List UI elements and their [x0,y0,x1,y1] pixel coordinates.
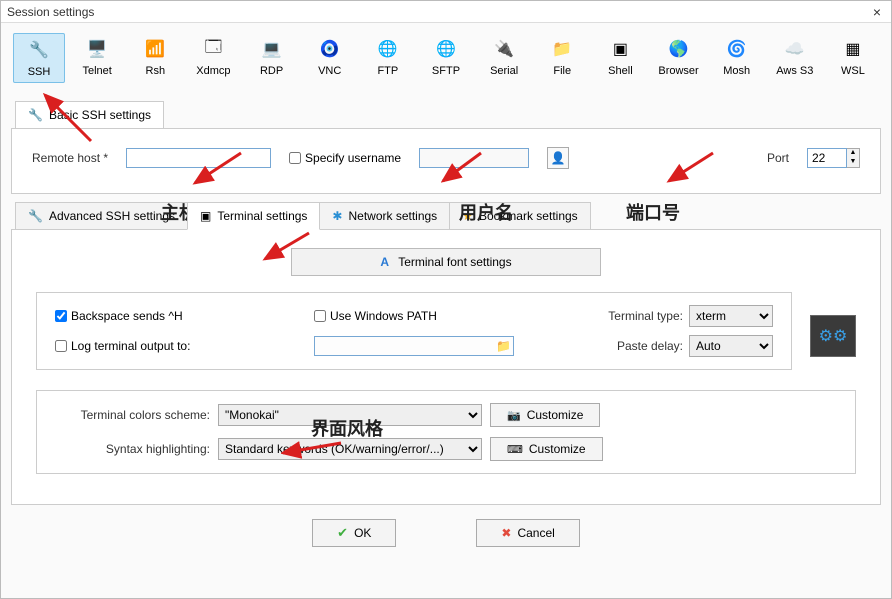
serial-icon: 🔌 [492,37,516,61]
rsh-icon: 📶 [143,37,167,61]
star-icon: ★ [462,209,473,223]
browser-icon: 🌎 [667,37,691,61]
protocol-mosh[interactable]: 🌀Mosh [711,33,763,81]
tab-bookmark-settings[interactable]: ★ Bookmark settings [449,202,590,230]
check-circle-icon: ✔ [337,525,348,541]
wsl-icon: ▦ [841,37,865,61]
cancel-button[interactable]: ✖ Cancel [476,519,579,547]
font-a-icon: A [380,255,389,269]
close-icon[interactable]: × [867,4,887,20]
telnet-icon: 🖥️ [85,37,109,61]
cancel-circle-icon: ✖ [501,526,511,540]
paste-delay-select[interactable]: Auto [689,335,773,357]
backspace-checkbox[interactable] [55,310,67,322]
gear-icon: ⚙⚙ [819,326,848,346]
protocol-file[interactable]: 📁File [536,33,588,81]
vnc-icon: 🧿 [318,37,342,61]
log-output-check[interactable]: Log terminal output to: [55,339,296,353]
protocol-ftp[interactable]: 🌐FTP [362,33,414,81]
protocol-rdp[interactable]: 💻RDP [246,33,298,81]
port-label: Port [767,151,789,165]
port-spin-down[interactable]: ▼ [847,158,859,167]
wrench-icon: 🔧 [28,108,43,122]
protocol-label: SSH [28,66,51,78]
tab-basic-ssh[interactable]: 🔧 Basic SSH settings [15,101,164,128]
remote-host-input[interactable] [126,148,271,168]
syntax-highlight-select[interactable]: Standard keywords (OK/warning/error/...) [218,438,482,460]
wrench-icon: 🔧 [28,209,43,223]
tab-label: Basic SSH settings [49,108,151,122]
keyboard-icon: ⌨ [507,443,523,456]
terminal-icon: ▣ [200,209,211,223]
colors-scheme-select[interactable]: "Monokai" [218,404,482,426]
tab-network-settings[interactable]: ✱ Network settings [319,202,450,230]
protocol-awss3[interactable]: ☁️Aws S3 [769,33,821,81]
protocol-rsh[interactable]: 📶Rsh [129,33,181,81]
terminal-type-select[interactable]: xterm [689,305,773,327]
protocol-ssh[interactable]: 🔧 SSH [13,33,65,83]
protocol-telnet[interactable]: 🖥️Telnet [71,33,123,81]
port-spin-up[interactable]: ▲ [847,149,859,158]
customize-syntax-button[interactable]: ⌨ Customize [490,437,603,461]
rdp-icon: 💻 [260,37,284,61]
specify-username-checkbox[interactable] [289,152,301,164]
user-picker-button[interactable]: 👤 [547,147,569,169]
window-title: Session settings [7,5,94,19]
protocol-serial[interactable]: 🔌Serial [478,33,530,81]
xdmcp-icon: 🗔 [201,37,225,61]
colors-scheme-label: Terminal colors scheme: [55,408,210,422]
username-input[interactable] [419,148,529,168]
specify-username-label: Specify username [305,151,401,165]
use-win-path-check[interactable]: Use Windows PATH [314,309,555,323]
file-icon: 📁 [550,37,574,61]
protocol-sftp[interactable]: 🌐SFTP [420,33,472,81]
terminal-type-label: Terminal type: [608,309,683,323]
protocol-toolbar: 🔧 SSH 🖥️Telnet 📶Rsh 🗔Xdmcp 💻RDP 🧿VNC 🌐FT… [1,23,891,89]
network-icon: ✱ [332,209,342,223]
sftp-icon: 🌐 [434,37,458,61]
ssh-icon: 🔧 [27,38,51,62]
use-win-path-checkbox[interactable] [314,310,326,322]
shell-icon: ▣ [608,37,632,61]
protocol-wsl[interactable]: ▦WSL [827,33,879,81]
camera-icon: 📷 [507,409,521,422]
log-output-path-input[interactable] [314,336,514,356]
paste-delay-label: Paste delay: [617,339,683,353]
protocol-xdmcp[interactable]: 🗔Xdmcp [187,33,239,81]
customize-colors-button[interactable]: 📷 Customize [490,403,600,427]
specify-username-check[interactable]: Specify username [289,151,401,165]
user-icon: 👤 [551,151,566,165]
tab-terminal-settings[interactable]: ▣ Terminal settings [187,202,320,230]
log-output-checkbox[interactable] [55,340,67,352]
protocol-browser[interactable]: 🌎Browser [653,33,705,81]
mosh-icon: 🌀 [725,37,749,61]
terminal-preview-button[interactable]: ⚙⚙ [810,315,856,357]
remote-host-label: Remote host * [32,151,108,165]
protocol-vnc[interactable]: 🧿VNC [304,33,356,81]
ok-button[interactable]: ✔ OK [312,519,396,547]
protocol-shell[interactable]: ▣Shell [594,33,646,81]
syntax-highlight-label: Syntax highlighting: [55,442,210,456]
ftp-icon: 🌐 [376,37,400,61]
terminal-font-settings-button[interactable]: A Terminal font settings [291,248,601,276]
awss3-icon: ☁️ [783,37,807,61]
port-input[interactable] [807,148,847,168]
backspace-check[interactable]: Backspace sends ^H [55,309,296,323]
tab-advanced-ssh[interactable]: 🔧 Advanced SSH settings [15,202,188,230]
